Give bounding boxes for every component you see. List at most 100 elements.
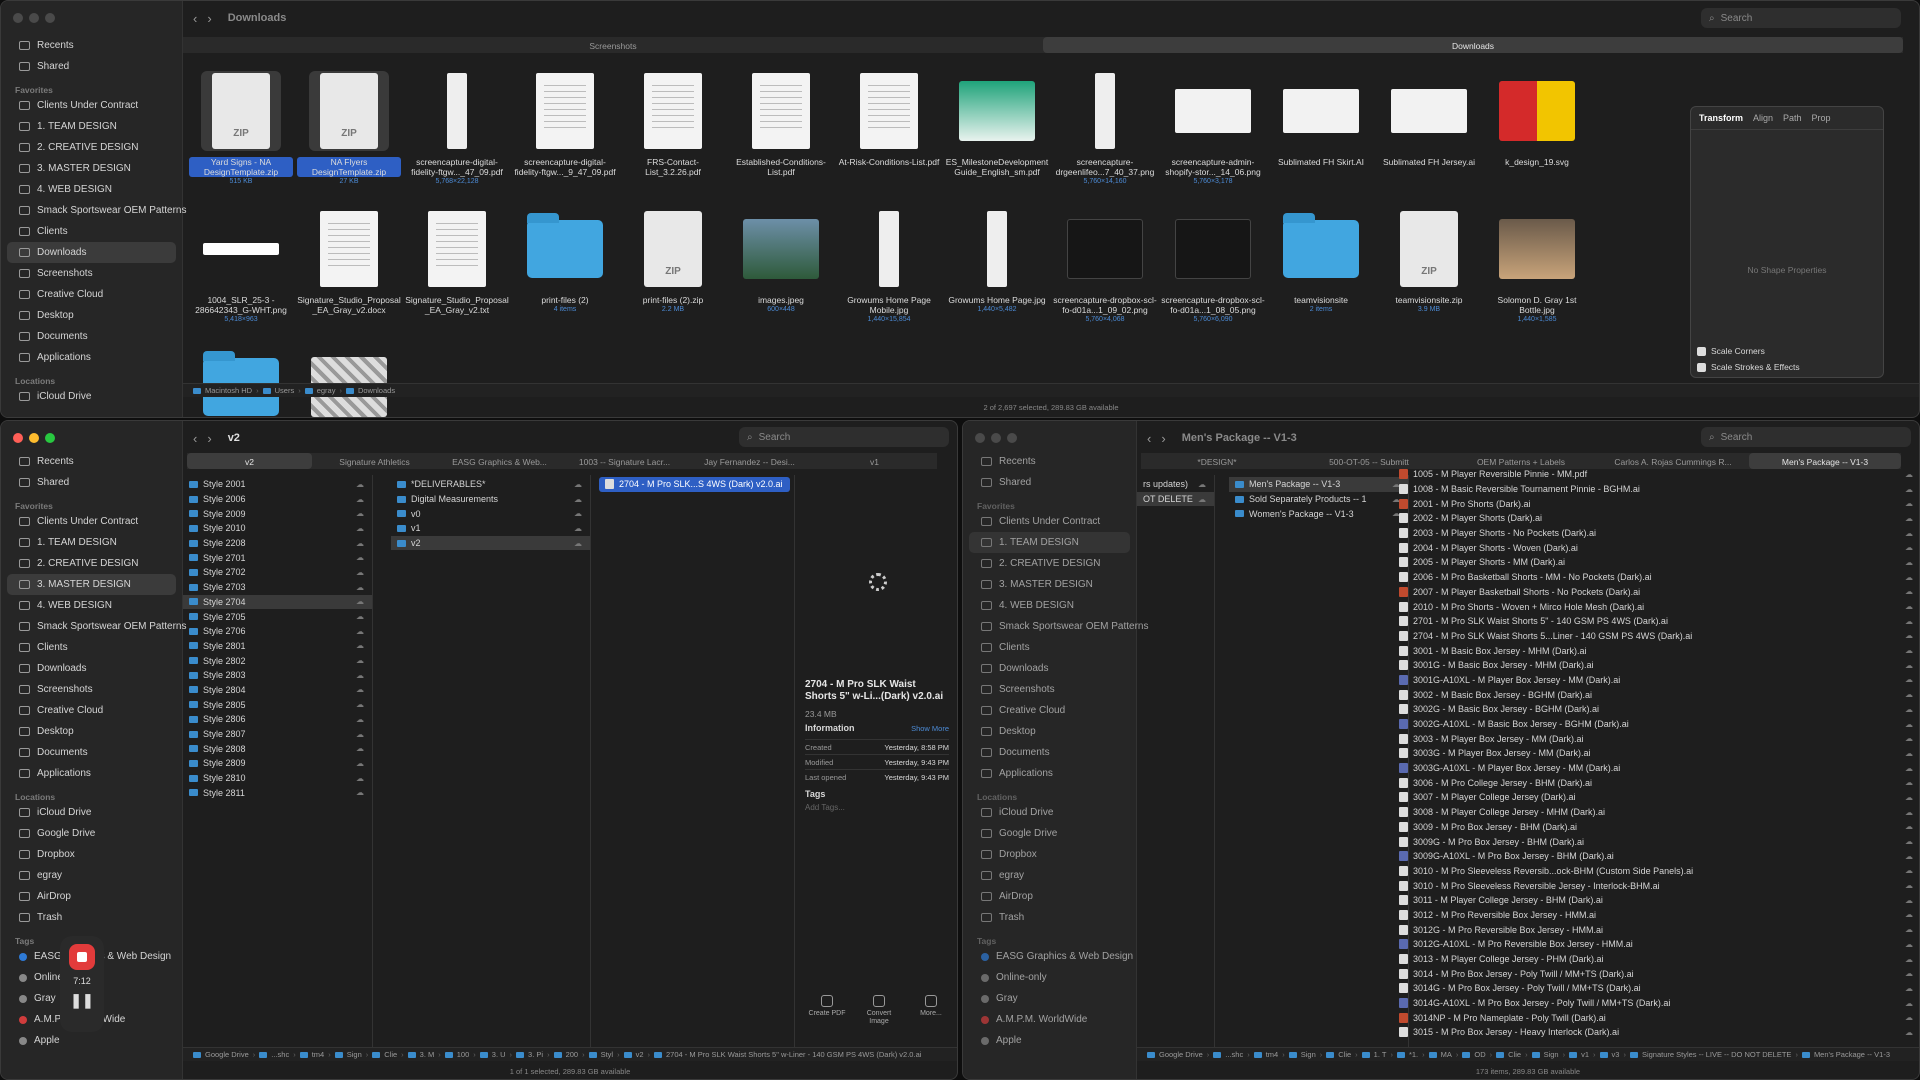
tab[interactable]: v1 — [812, 453, 937, 469]
file-item[interactable]: Sublimated FH Skirt.AI — [1267, 63, 1375, 201]
sidebar-item[interactable]: Applications — [1, 347, 182, 368]
tag-item[interactable]: A.M.P.M. WorldWide — [963, 1009, 1136, 1030]
sidebar-item[interactable]: Downloads — [1, 658, 182, 679]
path-segment[interactable]: *1. — [1409, 1050, 1418, 1059]
list-item[interactable]: Style 2802 ☁ — [183, 653, 372, 668]
back-icon[interactable]: ‹ — [1147, 431, 1151, 446]
list-item[interactable]: 3001G - M Basic Box Jersey - MHM (Dark).… — [1393, 658, 1919, 673]
file-item[interactable]: 1004_SLR_25-3 - 286642343_G-WHT.png 5,418… — [187, 201, 295, 339]
panel-tab[interactable]: Transform — [1699, 113, 1743, 123]
sidebar-item[interactable]: AirDrop — [1, 886, 182, 907]
quick-action-button[interactable]: Convert Image — [859, 995, 899, 1026]
path-segment[interactable]: v2 — [636, 1050, 644, 1059]
sidebar-item[interactable]: Shared — [1, 472, 182, 493]
path-segment[interactable]: v1 — [1581, 1050, 1589, 1059]
list-item[interactable]: 3013 - M Player College Jersey - PHM (Da… — [1393, 952, 1919, 967]
list-item[interactable]: Style 2811 ☁ — [183, 785, 372, 800]
sidebar-item[interactable]: Documents — [1, 742, 182, 763]
tag-item[interactable]: EASG Graphics & Web Design — [963, 946, 1136, 967]
list-item[interactable]: 3014G-A10XL - M Pro Box Jersey - Poly Tw… — [1393, 996, 1919, 1011]
list-item[interactable]: 3009G-A10XL - M Pro Box Jersey - BHM (Da… — [1393, 849, 1919, 864]
sidebar-item[interactable]: 3. MASTER DESIGN — [1, 158, 182, 179]
checkbox-icon[interactable] — [1697, 362, 1706, 372]
list-item[interactable]: 1008 - M Basic Reversible Tournament Pin… — [1393, 482, 1919, 497]
file-item[interactable]: images.jpeg 600×448 — [727, 201, 835, 339]
list-item[interactable]: 3010 - M Pro Sleeveless Reversible Jerse… — [1393, 878, 1919, 893]
list-item[interactable]: v2 ☁ — [391, 535, 590, 551]
close-button[interactable] — [975, 433, 985, 443]
list-item[interactable]: Style 2701 ☁ — [183, 550, 372, 565]
panel-tab[interactable]: Align — [1753, 113, 1773, 123]
sidebar-item[interactable]: 4. WEB DESIGN — [1, 595, 182, 616]
list-item[interactable]: 3007 - M Player College Jersey (Dark).ai… — [1393, 790, 1919, 805]
file-item[interactable]: ZIP Yard Signs - NA DesignTemplate.zip 515… — [187, 63, 295, 201]
path-segment[interactable]: v3 — [1612, 1050, 1620, 1059]
pause-button[interactable]: ❚❚ — [70, 992, 93, 1009]
file-item[interactable]: screencapture-digital-fidelity-ftgw..._4… — [403, 63, 511, 201]
path-segment[interactable]: 100 — [457, 1050, 470, 1059]
path-segment[interactable]: Signature Styles -- LIVE -- DO NOT DELET… — [1642, 1050, 1792, 1059]
sidebar-item[interactable]: Clients — [1, 637, 182, 658]
list-item[interactable]: 3010 - M Pro Sleeveless Reversib...ock-B… — [1393, 864, 1919, 879]
path-segment[interactable]: Sign — [1301, 1050, 1316, 1059]
path-segment[interactable]: ...shc — [271, 1050, 289, 1059]
sidebar-item[interactable]: Desktop — [1, 305, 182, 326]
path-segment[interactable]: Clie — [384, 1050, 397, 1059]
quick-action-button[interactable]: Create PDF — [807, 995, 847, 1026]
list-item[interactable]: 3014 - M Pro Box Jersey - Poly Twill / M… — [1393, 966, 1919, 981]
list-item[interactable]: Style 2704 ☁ — [183, 594, 372, 610]
list-item[interactable]: 3002G-A10XL - M Basic Box Jersey - BGHM … — [1393, 717, 1919, 732]
sidebar-item[interactable]: Trash — [963, 907, 1136, 928]
tag-item[interactable]: Online-only — [963, 967, 1136, 988]
list-item[interactable]: v1 ☁ — [391, 521, 590, 536]
path-segment[interactable]: Clie — [1508, 1050, 1521, 1059]
sidebar-item[interactable]: Smack Sportswear OEM Patterns — [1, 200, 187, 221]
add-tags-input[interactable]: Add Tags... — [805, 803, 845, 812]
path-segment[interactable]: Macintosh HD — [205, 386, 252, 395]
minimize-button[interactable] — [29, 433, 39, 443]
list-item[interactable]: OT DELETE ☁ — [1137, 491, 1214, 507]
sidebar-item[interactable]: Applications — [963, 763, 1136, 784]
list-item[interactable]: Style 2009 ☁ — [183, 506, 372, 521]
sidebar-item[interactable]: Downloads — [963, 658, 1136, 679]
sidebar-item[interactable]: Google Drive — [1, 823, 182, 844]
path-segment[interactable]: Google Drive — [205, 1050, 249, 1059]
close-button[interactable] — [13, 13, 23, 23]
path-segment[interactable]: Clie — [1338, 1050, 1351, 1059]
file-item[interactable]: screencapture-dropbox-scl-fo-d01a...1_09… — [1051, 201, 1159, 339]
path-segment[interactable]: Men's Package -- V1-3 — [1814, 1050, 1890, 1059]
sidebar-item[interactable]: Desktop — [1, 721, 182, 742]
list-item[interactable]: rs updates) ☁ — [1137, 477, 1214, 492]
file-item[interactable]: FRS-Contact-List_3.2.26.pdf — [619, 63, 727, 201]
list-item[interactable]: 2006 - M Pro Basketball Shorts - MM - No… — [1393, 570, 1919, 585]
file-item[interactable]: Growums Home Page Mobile.jpg 1,440×15,854 — [835, 201, 943, 339]
file-item[interactable]: print-files (2) 4 items — [511, 201, 619, 339]
list-item[interactable]: 3003 - M Player Box Jersey - MM (Dark).a… — [1393, 731, 1919, 746]
sidebar-item[interactable]: Google Drive — [963, 823, 1136, 844]
file-item[interactable]: screencapture-drgeenlifeo...7_40_37.png 5… — [1051, 63, 1159, 201]
file-item[interactable]: ES_MilestoneDevelopmentGuide_English_sm.… — [943, 63, 1051, 201]
list-item[interactable]: Style 2703 ☁ — [183, 580, 372, 595]
tag-item[interactable]: Apple — [963, 1030, 1136, 1051]
sidebar-item[interactable]: Recents — [1, 35, 182, 56]
path-segment[interactable]: OD — [1474, 1050, 1485, 1059]
sidebar-item[interactable]: Recents — [1, 451, 182, 472]
list-item[interactable]: Style 2702 ☁ — [183, 565, 372, 580]
tag-item[interactable]: Apple — [1, 1030, 182, 1051]
tag-item[interactable]: Gray — [963, 988, 1136, 1009]
list-item[interactable]: 2005 - M Player Shorts - MM (Dark).ai ☁ — [1393, 555, 1919, 570]
tab[interactable]: v2 — [187, 453, 312, 469]
list-item[interactable]: 3002 - M Basic Box Jersey - BGHM (Dark).… — [1393, 687, 1919, 702]
list-item[interactable]: 3006 - M Pro College Jersey - BHM (Dark)… — [1393, 775, 1919, 790]
sidebar-item[interactable]: 3. MASTER DESIGN — [963, 574, 1136, 595]
sidebar-item[interactable]: iCloud Drive — [1, 802, 182, 823]
tab[interactable]: *DESIGN* — [1141, 453, 1293, 469]
checkbox-option[interactable]: Scale Strokes & Effects — [1691, 359, 1883, 375]
path-segment[interactable]: 2704 - M Pro SLK Waist Shorts 5" w-Liner… — [666, 1050, 921, 1059]
sidebar-item[interactable]: Applications — [1, 763, 182, 784]
sidebar-item[interactable]: 2. CREATIVE DESIGN — [963, 553, 1136, 574]
list-item[interactable]: Style 2706 ☁ — [183, 624, 372, 639]
sidebar-item[interactable]: Dropbox — [1, 844, 182, 865]
zoom-button[interactable] — [1007, 433, 1017, 443]
back-icon[interactable]: ‹ — [193, 431, 197, 446]
